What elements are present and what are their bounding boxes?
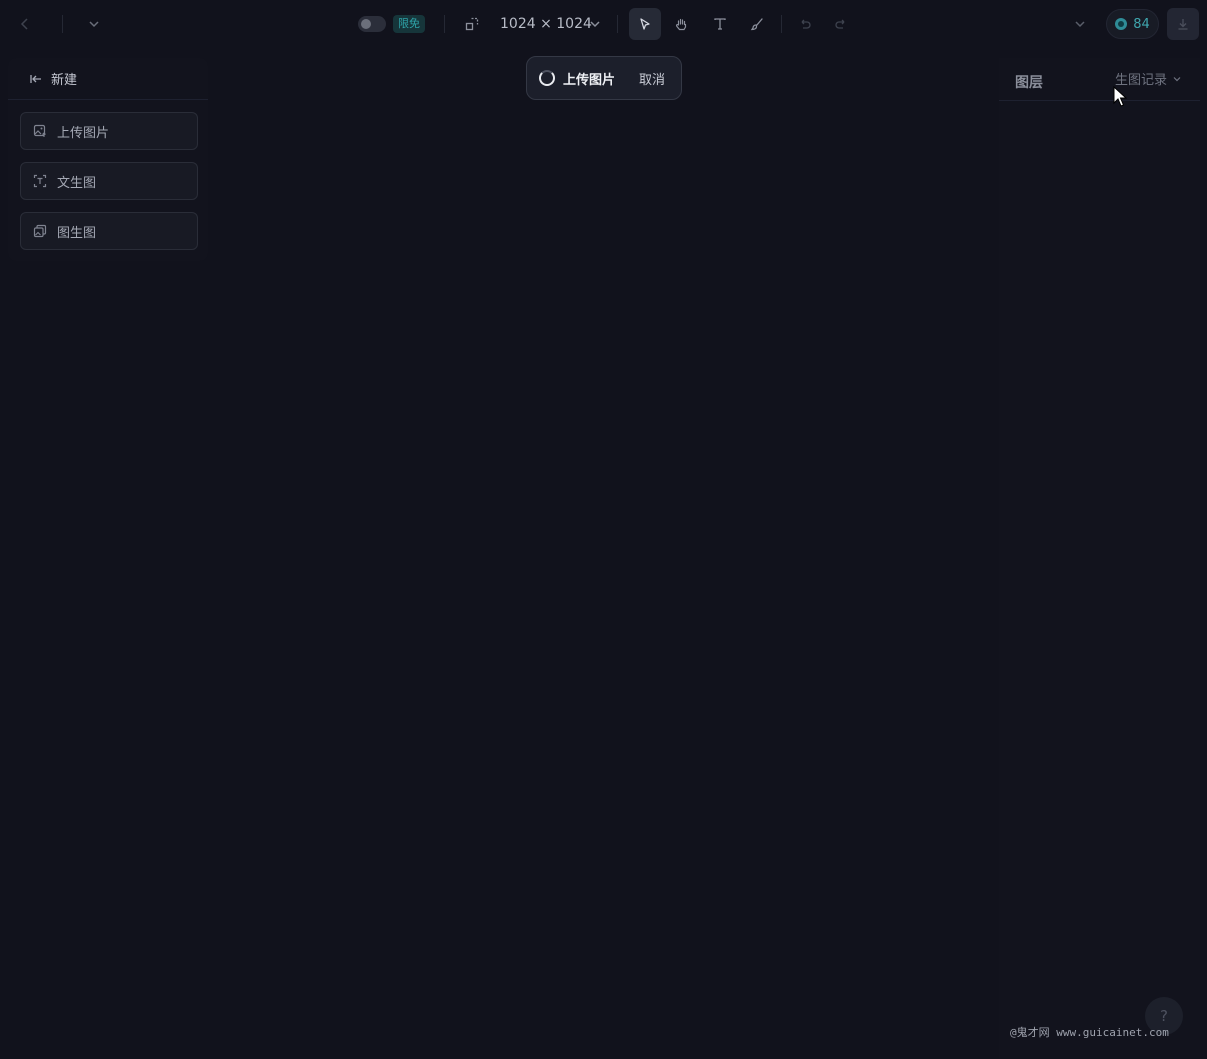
project-dropdown-chevron-icon[interactable] [79,9,109,39]
text-to-image-label: 文生图 [57,175,97,191]
cancel-upload-button[interactable]: 取消 [639,69,665,88]
resize-canvas-icon[interactable] [457,9,487,39]
toolbar-divider [62,15,63,33]
toolbar-divider [781,15,782,33]
tab-layers[interactable]: 图层 [1015,72,1043,92]
create-panel: 新建 上传图片 文生图 图生图 [8,58,208,261]
help-question-icon: ? [1160,1007,1168,1025]
image-to-image-label: 图生图 [57,225,97,241]
hand-pan-icon[interactable] [666,9,696,39]
create-panel-header[interactable]: 新建 [8,58,208,100]
select-cursor-icon[interactable] [629,8,661,40]
toolbar-divider [444,15,445,33]
points-coin-icon [1115,18,1128,30]
free-badge: 限免 [393,15,425,33]
upload-progress-title: 上传图片 [563,72,616,88]
upload-image-button[interactable]: 上传图片 [20,112,198,150]
top-toolbar: 限免 1024 × 1024 84 [0,0,1207,48]
text-to-image-button[interactable]: 文生图 [20,162,198,200]
text-to-image-icon [33,174,47,188]
image-to-image-button[interactable]: 图生图 [20,212,198,250]
points-balance[interactable]: 84 [1106,9,1159,39]
size-chevron-down-icon[interactable] [580,9,610,39]
layers-panel: 图层 生图记录 [999,58,1200,1058]
loading-spinner-icon [539,70,555,86]
text-tool-icon[interactable] [705,9,735,39]
watermark-text: @鬼才网 www.guicainet.com [1010,1026,1169,1039]
editor-app: 限免 1024 × 1024 84 新建 上传图片 文生图 图生图 上传图片 取… [0,0,1207,1059]
layers-panel-header: 图层 生图记录 [999,58,1200,101]
points-value: 84 [1133,16,1150,32]
image-to-image-icon [33,224,47,238]
upload-image-label: 上传图片 [57,125,110,141]
menu-chevron-down-icon[interactable] [1065,9,1095,39]
upload-progress-toast: 上传图片 取消 [526,56,682,100]
collapse-arrow-icon[interactable] [29,72,43,86]
back-icon[interactable] [10,9,40,39]
brush-tool-icon[interactable] [742,9,772,39]
undo-icon[interactable] [790,9,820,39]
canvas-size-label[interactable]: 1024 × 1024 [500,14,592,34]
history-chevron-down-icon [1173,76,1181,81]
toolbar-divider [617,15,618,33]
redo-icon[interactable] [826,9,856,39]
download-button[interactable] [1167,8,1199,40]
create-panel-title: 新建 [51,73,78,88]
download-icon [1178,19,1188,30]
image-upload-icon [33,124,47,138]
free-mode-toggle[interactable] [358,16,386,32]
mouse-pointer-icon [1113,86,1127,107]
